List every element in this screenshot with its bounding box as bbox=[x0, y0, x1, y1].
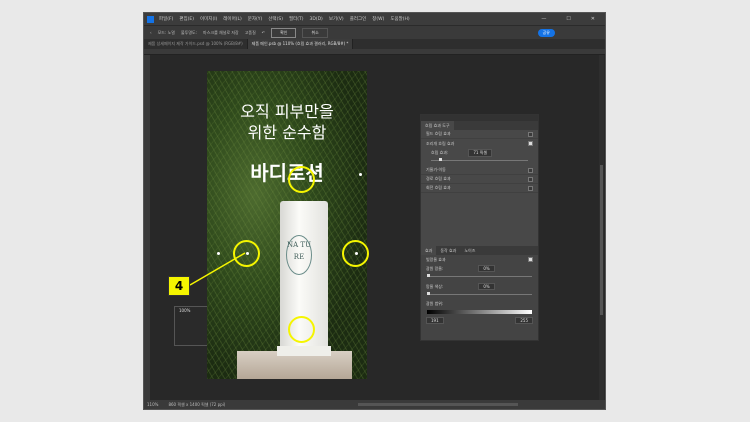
callout-line bbox=[189, 252, 246, 286]
callout-badge: 4 bbox=[168, 276, 190, 296]
